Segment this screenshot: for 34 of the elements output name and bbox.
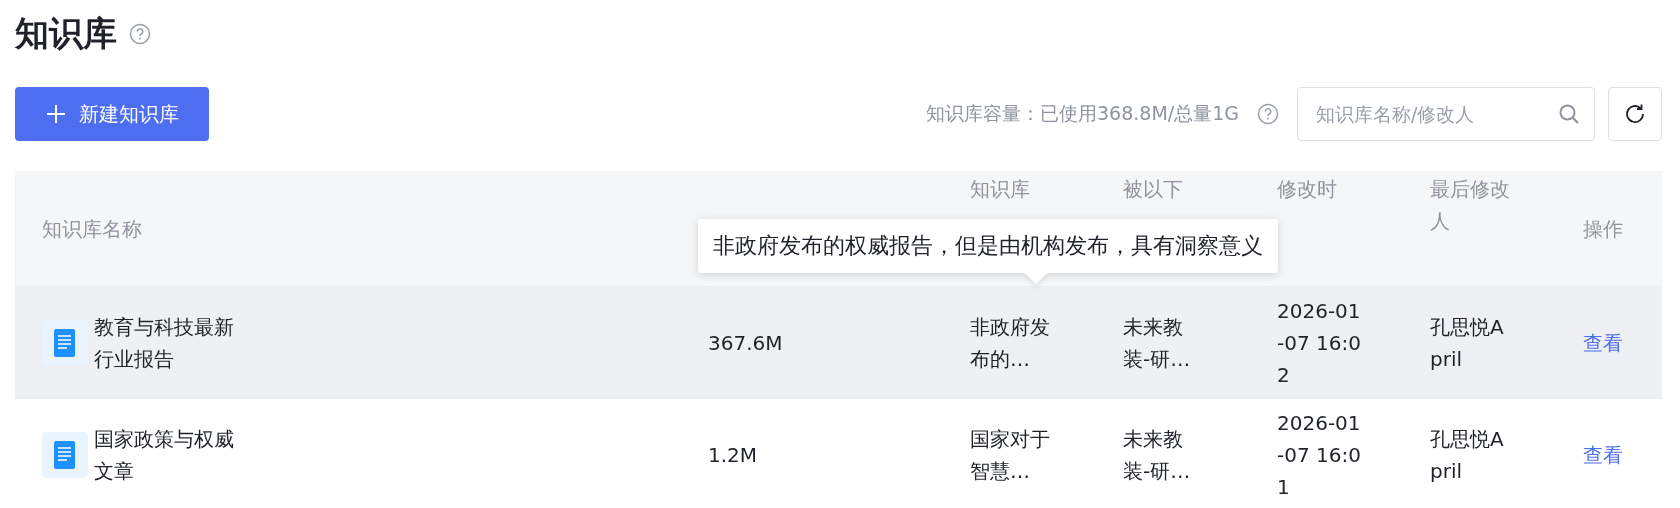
- search-field[interactable]: 知识库名称/修改人: [1297, 87, 1595, 141]
- column-header: 知识库: [970, 176, 1031, 203]
- table-row[interactable]: 教育与科技最新行业报告 367.6M 非政府发布的… 未来教装-研… 2026-01-07 16:02 孔思悦April 查看: [15, 287, 1662, 399]
- column-header: 修改时: [1277, 176, 1338, 203]
- modifier-cell-text: 孔思悦April: [1430, 313, 1505, 373]
- used-by-cell-text: 未来教装-研…: [1123, 313, 1192, 373]
- document-icon: [42, 319, 88, 366]
- search-icon[interactable]: [1558, 103, 1580, 125]
- column-header: 知识库名称: [42, 215, 142, 243]
- capacity-text: 知识库容量：已使用368.8M/总量1G: [926, 101, 1239, 126]
- tooltip-text: 非政府发布的权威报告，但是由机构发布，具有洞察意义: [713, 233, 1263, 258]
- page-title: 知识库: [15, 12, 117, 55]
- help-icon[interactable]: [129, 23, 151, 45]
- column-header: 被以下: [1123, 176, 1184, 203]
- description-cell-text: 非政府发布的…: [970, 313, 1050, 373]
- knowledge-base-name: 国家政策与权威文章: [94, 425, 235, 485]
- document-icon: [42, 431, 88, 478]
- modified-time-cell-text: 2026-01-07 16:02: [1277, 297, 1362, 389]
- modified-time-cell-text: 2026-01-07 16:01: [1277, 409, 1362, 501]
- view-link[interactable]: 查看: [1583, 326, 1623, 359]
- view-link[interactable]: 查看: [1583, 438, 1623, 471]
- size-cell-text: 367.6M: [708, 329, 783, 357]
- description-cell-text: 国家对于智慧…: [970, 425, 1050, 485]
- modifier-cell-text: 孔思悦April: [1430, 425, 1505, 485]
- used-by-cell-text: 未来教装-研…: [1123, 425, 1192, 485]
- refresh-button[interactable]: [1608, 87, 1662, 141]
- size-cell-text: 1.2M: [708, 441, 758, 469]
- column-header: 操作: [1583, 215, 1623, 243]
- column-header: 最后修改人: [1430, 176, 1510, 235]
- knowledge-base-name: 教育与科技最新行业报告: [94, 313, 235, 373]
- plus-icon: [45, 103, 67, 125]
- new-knowledge-base-button[interactable]: 新建知识库: [15, 87, 209, 141]
- help-icon[interactable]: [1257, 103, 1279, 125]
- refresh-icon: [1623, 102, 1647, 126]
